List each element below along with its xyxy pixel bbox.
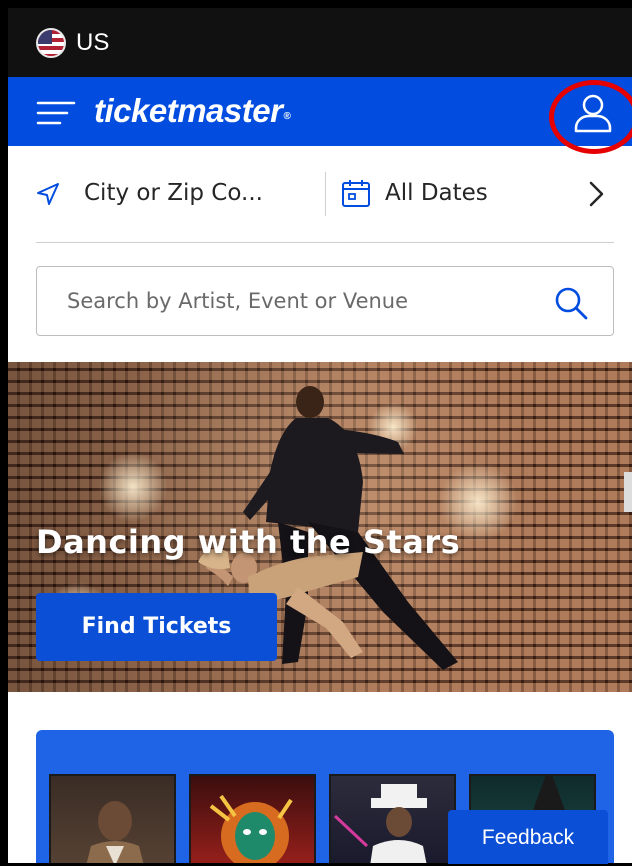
date-filter[interactable]: All Dates (385, 178, 488, 208)
filter-divider (325, 172, 326, 216)
site-header: ticketmaster® (8, 77, 632, 146)
feedback-button[interactable]: Feedback (448, 810, 608, 864)
calendar-icon (342, 180, 370, 207)
registered-mark: ® (283, 111, 291, 122)
app-screen: US ticketmaster® City or Zip Co... All D… (8, 8, 632, 863)
us-flag-icon[interactable] (36, 28, 66, 58)
hamilton-tile-image[interactable] (49, 774, 176, 863)
location-filter[interactable]: City or Zip Co... (84, 178, 263, 208)
logo-text: ticketmaster (94, 92, 283, 129)
hamilton-figure (86, 801, 144, 863)
search-input[interactable]: Search by Artist, Event or Venue (36, 266, 614, 336)
michael-musical-tile-image[interactable] (329, 774, 456, 863)
region-label[interactable]: US (76, 28, 109, 58)
hero-title: Dancing with the Stars (36, 523, 461, 561)
michael-figure (333, 784, 427, 863)
search-placeholder: Search by Artist, Event or Venue (67, 289, 409, 313)
carousel-edge (624, 472, 632, 512)
lion-king-figure (209, 794, 293, 863)
region-bar: US (8, 8, 632, 77)
user-account-icon[interactable] (571, 91, 615, 135)
hamburger-menu-icon[interactable] (36, 99, 76, 127)
filter-row: City or Zip Co... All Dates (36, 146, 614, 243)
location-arrow-icon (37, 183, 59, 205)
lion-king-tile-image[interactable] (189, 774, 316, 863)
chevron-right-icon[interactable] (586, 180, 606, 208)
find-tickets-button[interactable]: Find Tickets (36, 593, 277, 661)
hero-banner[interactable]: Dancing with the Stars Find Tickets (8, 362, 632, 692)
ticketmaster-logo[interactable]: ticketmaster® (94, 89, 291, 133)
search-icon[interactable] (553, 285, 589, 321)
